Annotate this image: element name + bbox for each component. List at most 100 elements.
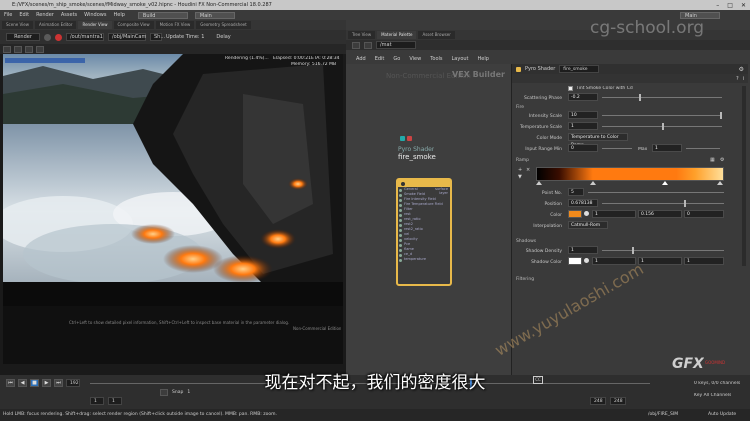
menu-render[interactable]: Render xyxy=(36,12,54,18)
tab-motion-fx-view[interactable]: Motion FX View xyxy=(155,21,195,29)
build-desk-select[interactable]: Build xyxy=(137,11,188,19)
color-picker-icon[interactable] xyxy=(584,211,589,216)
color-ramp-bar[interactable] xyxy=(536,167,724,181)
stop-icon[interactable] xyxy=(55,33,62,41)
temperature-scale-input[interactable]: 1 xyxy=(568,122,598,130)
param-scrollbar[interactable] xyxy=(742,86,746,266)
info-icon[interactable]: i xyxy=(743,76,744,82)
node-output-layer[interactable]: layer xyxy=(435,191,448,195)
refresh-icon[interactable] xyxy=(44,33,51,41)
menu-assets[interactable]: Assets xyxy=(61,12,77,18)
back-icon[interactable] xyxy=(352,41,360,49)
ramp-key-3[interactable] xyxy=(717,181,723,185)
intensity-scale-slider[interactable] xyxy=(602,115,722,116)
net-menu-go[interactable]: Go xyxy=(393,56,400,62)
channel-icon[interactable] xyxy=(25,45,33,53)
menu-file[interactable]: File xyxy=(4,12,12,18)
shadow-density-input[interactable]: 1 xyxy=(568,246,598,254)
ramp-add-icon[interactable]: + xyxy=(518,167,522,173)
pyro-shader-node[interactable]: General Smoke Field Fire Intensity Field… xyxy=(396,178,452,286)
forward-icon[interactable] xyxy=(364,41,372,49)
tab-asset-browser[interactable]: Asset Browser xyxy=(418,31,455,39)
tab-composite-view[interactable]: Composite View xyxy=(113,21,154,29)
ramp-key-0[interactable] xyxy=(536,181,542,185)
shadow-color-swatch[interactable] xyxy=(568,257,582,265)
input-range-max-input[interactable]: 1 xyxy=(652,144,682,152)
render-image[interactable]: Rendering (1.4%)... Elapsed: 0:00:21 ETA… xyxy=(3,54,343,306)
net-menu-help[interactable]: Help xyxy=(478,56,489,62)
gear-icon[interactable]: ⚙ xyxy=(739,66,744,73)
net-menu-add[interactable]: Add xyxy=(356,56,366,62)
input-range-min-slider[interactable] xyxy=(602,148,632,149)
range-end2-field[interactable]: 248 xyxy=(610,397,626,405)
menu-windows[interactable]: Windows xyxy=(84,12,106,18)
shadows-section[interactable]: Shadows xyxy=(516,239,536,244)
shadow-color-g-input[interactable]: 1 xyxy=(638,257,682,265)
color-mode-select[interactable]: Temperature to Color Ramp xyxy=(568,133,628,148)
net-menu-layout[interactable]: Layout xyxy=(452,56,469,62)
position-input[interactable]: 0.678138 xyxy=(568,199,598,207)
range-end-field[interactable]: 248 xyxy=(590,397,606,405)
ramp-remove-icon[interactable]: × xyxy=(526,167,530,173)
ramp-key-2[interactable] xyxy=(662,181,668,185)
net-menu-view[interactable]: View xyxy=(409,56,421,62)
snapshot-icon[interactable] xyxy=(14,45,22,53)
menu-help[interactable]: Help xyxy=(113,12,124,18)
network-path-field[interactable]: /mat xyxy=(376,41,416,49)
tint-checkbox[interactable] xyxy=(568,86,573,91)
point-no-input[interactable]: 5 xyxy=(568,188,584,196)
point-no-slider[interactable] xyxy=(588,192,724,193)
tab-material-palette[interactable]: Material Palette xyxy=(377,31,417,39)
tab-render-view[interactable]: Render View xyxy=(78,21,112,29)
tab-tree-view[interactable]: Tree View xyxy=(348,31,376,39)
node-bypass-icon[interactable] xyxy=(407,136,412,141)
region-icon[interactable] xyxy=(3,45,11,53)
net-menu-tools[interactable]: Tools xyxy=(430,56,442,62)
ramp-collapse-icon[interactable]: ▼ xyxy=(518,174,522,180)
ramp-settings-icon[interactable]: ⚙ xyxy=(720,157,724,163)
scattering-phase-input[interactable]: -0.2 xyxy=(568,93,598,101)
camera-field[interactable]: /obj/MainCam xyxy=(108,33,146,41)
menu-edit[interactable]: Edit xyxy=(19,12,29,18)
scattering-phase-knob[interactable] xyxy=(639,94,641,101)
shading-field[interactable]: Sh... xyxy=(150,33,165,41)
input-range-min-input[interactable]: 0 xyxy=(568,144,598,152)
network-editor[interactable]: Non-Commercial Edition VEX Builder Pyro … xyxy=(346,64,511,375)
scattering-phase-slider[interactable] xyxy=(602,97,722,98)
render-node-field[interactable]: /out/mantra1 xyxy=(66,33,104,41)
position-knob[interactable] xyxy=(684,200,686,207)
interpolation-select[interactable]: Catmull-Rom xyxy=(568,221,608,229)
shadow-density-slider[interactable] xyxy=(602,250,724,251)
range-start-field[interactable]: 1 xyxy=(90,397,104,405)
color-r-input[interactable]: 1 xyxy=(592,210,636,218)
ramp-preset-icon[interactable]: ▦ xyxy=(710,157,715,163)
param-node-name-field[interactable]: fire_smoke xyxy=(559,65,600,73)
shadow-color-picker-icon[interactable] xyxy=(584,258,589,263)
temperature-scale-knob[interactable] xyxy=(662,123,664,130)
color-b-input[interactable]: 0 xyxy=(684,210,724,218)
fire-section[interactable]: Fire xyxy=(516,105,524,110)
color-g-input[interactable]: 0.156 xyxy=(638,210,682,218)
node-input-14[interactable]: temperature xyxy=(398,257,450,262)
shadow-color-b-input[interactable]: 1 xyxy=(684,257,724,265)
aov-icon[interactable] xyxy=(36,45,44,53)
render-button[interactable]: Render xyxy=(6,33,40,41)
range-start2-field[interactable]: 1 xyxy=(108,397,122,405)
color-swatch[interactable] xyxy=(568,210,582,218)
main-desk-select[interactable]: Main xyxy=(194,11,235,19)
input-range-max-slider[interactable] xyxy=(686,148,720,149)
intensity-scale-input[interactable]: 10 xyxy=(568,111,598,119)
node-flag-icon[interactable] xyxy=(400,136,405,141)
position-slider[interactable] xyxy=(602,203,724,204)
filtering-section[interactable]: Filtering xyxy=(516,277,534,282)
net-menu-edit[interactable]: Edit xyxy=(375,56,385,62)
ramp-section[interactable]: Ramp xyxy=(516,158,529,163)
tab-geometry-spreadsheet[interactable]: Geometry Spreadsheet xyxy=(196,21,251,29)
auto-update-label[interactable]: Auto Update xyxy=(708,409,736,421)
ramp-key-1[interactable] xyxy=(590,181,596,185)
tab-animation-editor[interactable]: Animation Editor xyxy=(34,21,77,29)
help-icon[interactable]: ? xyxy=(736,76,739,82)
key-all-channels[interactable]: Key All Channels xyxy=(694,393,731,398)
shadow-density-knob[interactable] xyxy=(632,247,634,254)
intensity-scale-knob[interactable] xyxy=(720,112,722,119)
